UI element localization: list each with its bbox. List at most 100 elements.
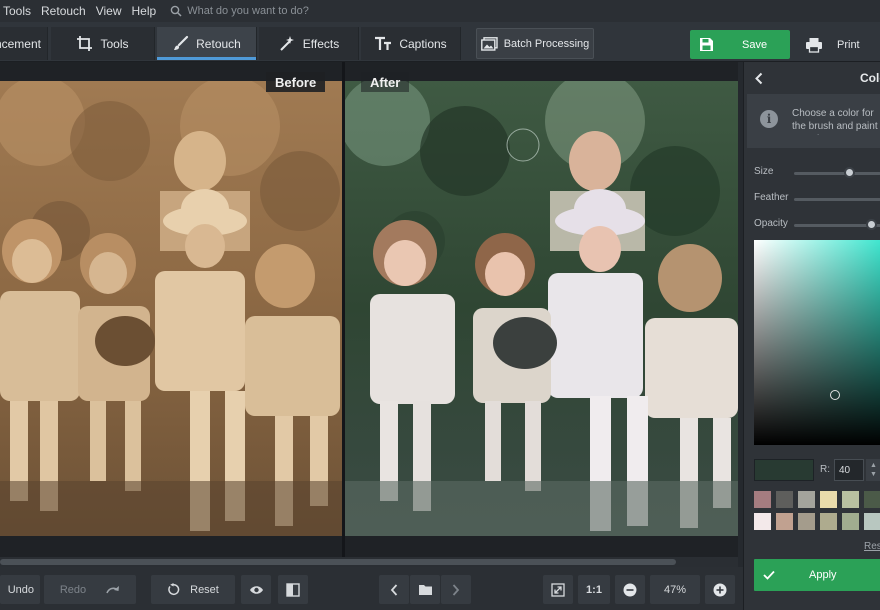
save-button[interactable]: Save (690, 30, 790, 59)
spin-up-icon[interactable]: ▲ (870, 461, 877, 470)
search-icon (170, 5, 182, 17)
color-picker-cursor[interactable] (830, 390, 840, 400)
apply-button[interactable]: Apply (754, 559, 880, 591)
spin-down-icon[interactable]: ▼ (870, 470, 877, 479)
search-input[interactable]: What do you want to do? (187, 5, 309, 17)
print-button[interactable]: Print (798, 30, 880, 59)
tab-tools[interactable]: Tools (51, 27, 155, 60)
color-swatch[interactable] (754, 513, 771, 530)
color-swatch[interactable] (864, 491, 880, 508)
search-box[interactable]: What do you want to do? (170, 5, 309, 17)
color-swatch[interactable] (820, 491, 837, 508)
printer-icon (806, 37, 822, 53)
menu-tools[interactable]: Tools (3, 4, 31, 18)
menu-help[interactable]: Help (132, 4, 157, 18)
r-value-spinner[interactable]: ▲ ▼ (866, 459, 880, 481)
eye-icon (249, 585, 263, 594)
zoom-in-button[interactable] (705, 575, 735, 604)
color-swatch[interactable] (842, 491, 859, 508)
previous-photo-button[interactable] (379, 575, 409, 604)
zoom-in-icon (713, 583, 727, 596)
tab-tools-label: Tools (100, 36, 129, 51)
checkmark-icon (763, 570, 775, 580)
preview-eye-button[interactable] (241, 575, 271, 604)
chevron-left-icon (390, 583, 398, 596)
tab-captions[interactable]: Captions (361, 27, 461, 60)
images-icon (480, 36, 498, 51)
color-swatch[interactable] (864, 513, 880, 530)
menu-view[interactable]: View (96, 4, 122, 18)
r-value-input[interactable]: 40 (834, 459, 864, 481)
panel-title: Colorize (860, 71, 880, 85)
fit-to-screen-button[interactable] (543, 575, 573, 604)
color-swatch[interactable] (798, 491, 815, 508)
r-label: R: (820, 464, 830, 475)
apply-label: Apply (809, 569, 837, 581)
zoom-1to1-button[interactable]: 1:1 (578, 575, 610, 604)
tab-enhancement[interactable]: Enhancement (0, 27, 48, 60)
redo-icon (106, 585, 120, 593)
bottom-bar: Undo Redo Reset 1:1 47% (0, 567, 743, 610)
tab-enhancement-label: Enhancement (0, 36, 41, 51)
color-swatch[interactable] (820, 513, 837, 530)
tab-retouch[interactable]: Retouch (157, 27, 257, 60)
batch-processing-label: Batch Processing (503, 37, 590, 50)
print-label: Print (837, 38, 860, 51)
feather-label: Feather (754, 192, 789, 203)
zoom-out-button[interactable] (615, 575, 645, 604)
redo-button[interactable]: Redo (44, 575, 136, 604)
tab-effects[interactable]: Effects (259, 27, 359, 60)
save-icon (700, 38, 713, 51)
color-swatch[interactable] (754, 491, 771, 508)
color-swatch[interactable] (776, 513, 793, 530)
reset-link[interactable]: Reset (864, 541, 880, 552)
after-photo (345, 81, 738, 536)
hint-box: i Choose a color for the brush and paint… (747, 94, 880, 148)
undo-button[interactable]: Undo (0, 575, 40, 604)
menu-bar: Tools Retouch View Help What do you want… (0, 0, 880, 22)
tab-effects-label: Effects (302, 36, 340, 51)
after-label: After (361, 72, 410, 92)
horizontal-scrollbar[interactable] (0, 557, 738, 567)
menu-retouch[interactable]: Retouch (41, 4, 86, 18)
photo-canvas[interactable]: Before After (0, 62, 738, 558)
folder-icon (418, 584, 432, 595)
before-label: Before (266, 72, 326, 92)
current-color-swatch (754, 459, 814, 481)
brush-icon (174, 35, 189, 50)
text-icon (375, 36, 392, 50)
color-picker-area[interactable] (754, 240, 880, 445)
zoom-level-display[interactable]: 47% (650, 575, 700, 604)
before-photo (0, 81, 342, 536)
size-slider-track[interactable] (794, 172, 880, 175)
save-label: Save (742, 38, 768, 51)
scrollbar-thumb[interactable] (0, 559, 676, 565)
next-photo-button[interactable] (441, 575, 471, 604)
crop-icon (77, 36, 93, 51)
color-swatch[interactable] (842, 513, 859, 530)
color-swatch[interactable] (776, 491, 793, 508)
feather-slider-track[interactable] (794, 198, 880, 201)
reset-label: Reset (190, 583, 219, 596)
batch-processing-button[interactable]: Batch Processing (476, 28, 594, 59)
split-view-icon (286, 582, 300, 597)
hint-text: Choose a color for the brush and paint o… (792, 108, 878, 135)
tab-captions-label: Captions (399, 36, 447, 51)
fit-screen-icon (551, 582, 565, 597)
reset-button[interactable]: Reset (151, 575, 235, 604)
size-label: Size (754, 166, 774, 177)
main-toolbar: Enhancement Tools Retouch Effects Captio… (0, 22, 880, 62)
colorize-panel: Colorize i Choose a color for the brush … (743, 62, 880, 610)
open-folder-button[interactable] (410, 575, 440, 604)
redo-label: Redo (59, 583, 87, 596)
magic-wand-icon (280, 36, 294, 51)
back-arrow-icon[interactable] (754, 72, 763, 85)
tab-retouch-label: Retouch (196, 36, 241, 51)
size-slider-handle[interactable] (844, 167, 855, 178)
compare-view-button[interactable] (278, 575, 308, 604)
undo-label: Undo (7, 583, 34, 596)
reset-icon (168, 583, 180, 596)
info-icon: i (760, 110, 778, 128)
opacity-slider-handle[interactable] (866, 219, 877, 230)
color-swatch[interactable] (798, 513, 815, 530)
